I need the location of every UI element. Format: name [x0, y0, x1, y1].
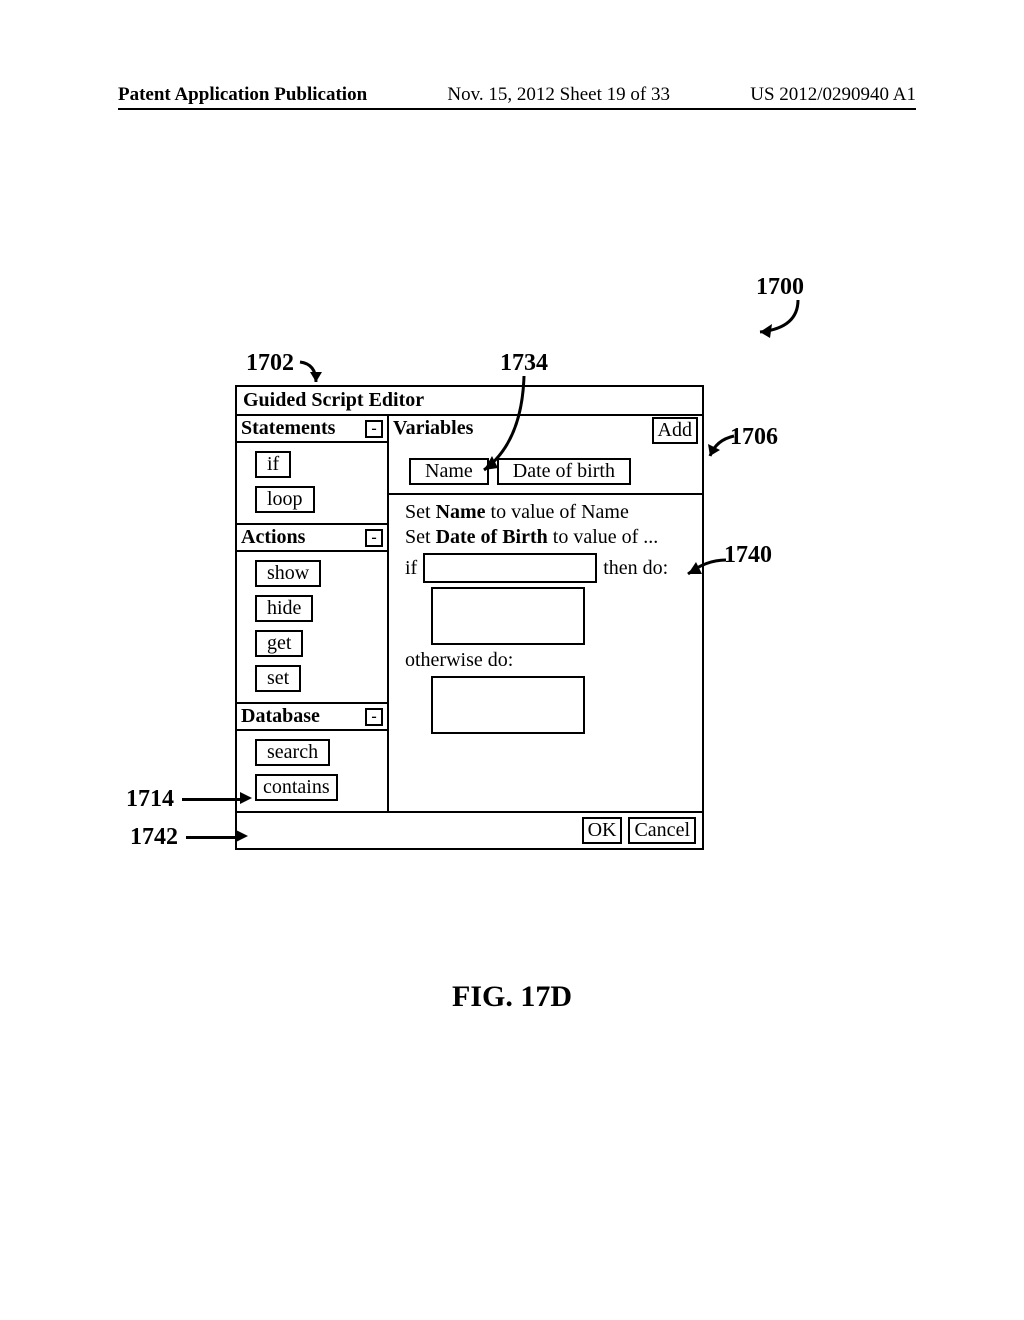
leader-1714: [182, 798, 242, 801]
action-show[interactable]: show: [255, 560, 321, 587]
actions-body: show hide get set: [237, 552, 387, 704]
variable-chips: Name Date of birth: [389, 444, 702, 495]
ref-1702: 1702: [246, 350, 294, 377]
then-keyword: then do:: [603, 557, 668, 580]
statements-header[interactable]: Statements -: [237, 416, 387, 443]
page-header: Patent Application Publication Nov. 15, …: [118, 84, 916, 106]
collapse-icon[interactable]: -: [365, 708, 383, 726]
pub-type: Patent Application Publication: [118, 84, 367, 106]
script-line-2: Set Date of Birth to value of ...: [405, 526, 692, 549]
leader-1742: [186, 836, 238, 839]
if-keyword: if: [405, 557, 417, 580]
condition-slot[interactable]: [423, 553, 597, 583]
database-body: search contains: [237, 731, 387, 811]
figure-caption: FIG. 17D: [0, 980, 1024, 1014]
action-set[interactable]: set: [255, 665, 301, 692]
var-dob[interactable]: Date of birth: [497, 458, 631, 485]
text: to value of ...: [548, 526, 659, 548]
leader-1706: [700, 432, 740, 466]
then-block-slot[interactable]: [431, 587, 585, 645]
stmt-if[interactable]: if: [255, 451, 291, 478]
statements-label: Statements: [241, 417, 335, 440]
text: Set: [405, 501, 436, 523]
var-name[interactable]: Name: [409, 458, 489, 485]
ref-1700: 1700: [756, 274, 804, 301]
action-get[interactable]: get: [255, 630, 303, 657]
cancel-button[interactable]: Cancel: [628, 817, 696, 844]
header-rule: [118, 108, 916, 110]
right-pane: Variables Add Name Date of birth Set Nam…: [389, 416, 702, 811]
add-button[interactable]: Add: [652, 417, 698, 444]
stmt-loop[interactable]: loop: [255, 486, 315, 513]
sheet-info: Nov. 15, 2012 Sheet 19 of 33: [447, 84, 670, 106]
else-block-slot[interactable]: [431, 676, 585, 734]
actions-header[interactable]: Actions -: [237, 525, 387, 552]
text: to value of Name: [486, 501, 629, 523]
database-label: Database: [241, 705, 320, 728]
ok-button[interactable]: OK: [582, 817, 623, 844]
actions-label: Actions: [241, 526, 305, 549]
ref-1714: 1714: [126, 786, 174, 813]
pub-number: US 2012/0290940 A1: [750, 84, 916, 106]
variables-header: Variables Add: [389, 416, 702, 444]
else-keyword: otherwise do:: [405, 649, 692, 672]
variables-label: Variables: [393, 417, 473, 440]
ref-1742: 1742: [130, 824, 178, 851]
db-contains[interactable]: contains: [255, 774, 338, 801]
script-line-1: Set Name to value of Name: [405, 501, 692, 524]
bold: Name: [436, 501, 486, 523]
editor-body: Statements - if loop Actions - show hide…: [237, 416, 702, 811]
action-hide[interactable]: hide: [255, 595, 313, 622]
database-header[interactable]: Database -: [237, 704, 387, 731]
bold: Date of Birth: [436, 526, 548, 548]
left-pane: Statements - if loop Actions - show hide…: [237, 416, 389, 811]
if-row: if then do:: [405, 553, 692, 583]
script-area: Set Name to value of Name Set Date of Bi…: [389, 495, 702, 748]
db-search[interactable]: search: [255, 739, 330, 766]
guided-script-editor: Guided Script Editor Statements - if loo…: [235, 385, 704, 850]
collapse-icon[interactable]: -: [365, 420, 383, 438]
collapse-icon[interactable]: -: [365, 529, 383, 547]
text: Set: [405, 526, 436, 548]
editor-footer: OK Cancel: [237, 811, 702, 848]
editor-title: Guided Script Editor: [237, 387, 702, 416]
leader-1700: [748, 298, 808, 338]
statements-body: if loop: [237, 443, 387, 525]
